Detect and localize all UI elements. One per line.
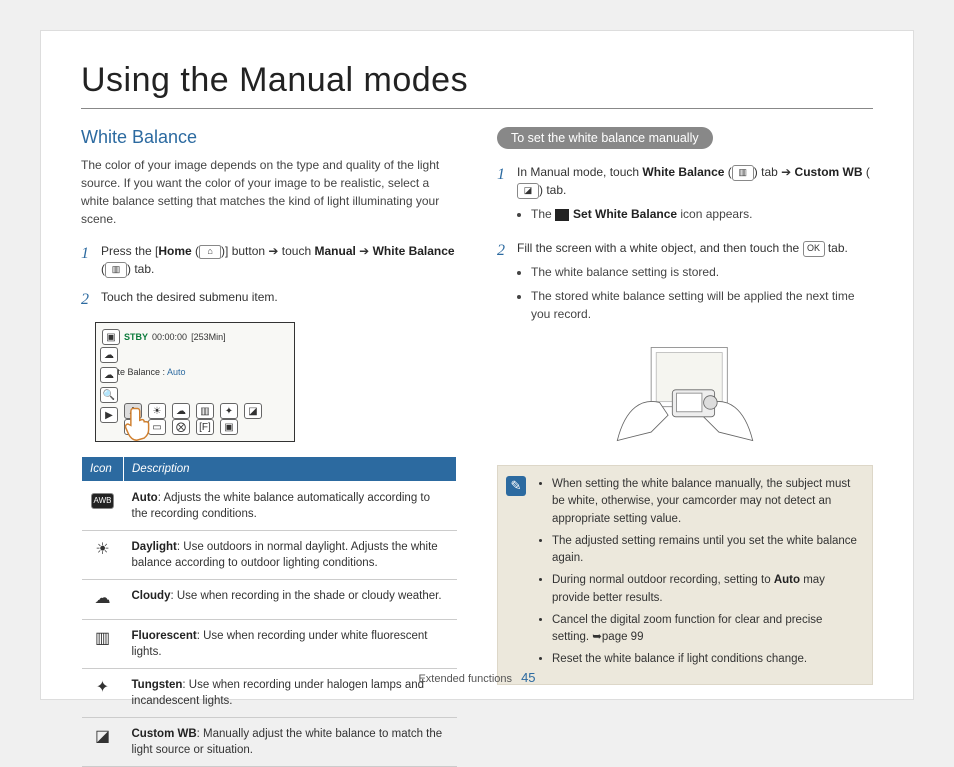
t: Press the [ (101, 244, 158, 258)
table-row: ☀Daylight: Use outdoors in normal daylig… (82, 531, 457, 580)
row-desc: Fluorescent: Use when recording under wh… (124, 619, 457, 668)
t: ( (192, 244, 199, 258)
wb-value: Auto (167, 367, 186, 377)
zoom-icon: 🔍 (100, 387, 118, 403)
side-icon: ☁ (100, 347, 118, 363)
manual-label: Manual (315, 244, 356, 258)
table-row: ◪Custom WB: Manually adjust the white ba… (82, 718, 457, 767)
step-number: 2 (81, 288, 95, 312)
custom-wb-icon: ◪ (517, 183, 539, 199)
pointing-hand-icon (124, 407, 154, 441)
t: ( (724, 165, 731, 179)
white-balance-heading: White Balance (81, 127, 457, 148)
row-icon: ☀ (82, 531, 124, 580)
right-step-2: 2 Fill the screen with a white object, a… (497, 239, 873, 329)
note-item: When setting the white balance manually,… (552, 476, 860, 528)
note-icon: ✎ (506, 476, 526, 496)
note-item: During normal outdoor recording, setting… (552, 572, 860, 607)
row-desc: Cloudy: Use when recording in the shade … (124, 580, 457, 619)
left-step-1: 1 Press the [Home (⌂)] button ➔ touch Ma… (81, 242, 457, 278)
step-body: Press the [Home (⌂)] button ➔ touch Manu… (101, 242, 457, 278)
page-number: 45 (521, 670, 535, 685)
side-icon: ☁ (100, 367, 118, 383)
table-row: ▥Fluorescent: Use when recording under w… (82, 619, 457, 668)
swb-label: Set White Balance (573, 207, 677, 221)
th-icon: Icon (82, 457, 124, 482)
row-icon: ◪ (82, 718, 124, 767)
t: ➔ (356, 244, 373, 258)
tungsten-icon: ✦ (220, 403, 238, 419)
subsection-pill: To set the white balance manually (497, 127, 713, 149)
home-icon: ⌂ (199, 245, 221, 259)
step-number: 1 (81, 242, 95, 278)
table-row: ☁Cloudy: Use when recording in the shade… (82, 580, 457, 619)
wb-label: White Balance (373, 244, 455, 258)
home-label: Home (158, 244, 191, 258)
t: )] button ➔ touch (221, 244, 314, 258)
note-item: Cancel the digital zoom function for cle… (552, 612, 860, 647)
bullet: The stored white balance setting will be… (531, 287, 873, 323)
mode-icon: ▣ (102, 329, 120, 345)
opt-icon: ⨂ (172, 419, 190, 435)
custom-wb-label: Custom WB (795, 165, 863, 179)
row-desc: Custom WB: Manually adjust the white bal… (124, 718, 457, 767)
t: tab. (825, 241, 848, 255)
wb-icon: ▥ (105, 262, 127, 278)
t: ( (863, 165, 870, 179)
footer-section: Extended functions (418, 673, 512, 685)
t: ) tab. (539, 183, 566, 197)
opt-icon: [F] (196, 419, 214, 435)
t: ) tab. (127, 262, 154, 276)
time-label: 00:00:00 (152, 332, 187, 342)
step-number: 1 (497, 163, 511, 229)
t: The (531, 207, 555, 221)
note-item: The adjusted setting remains until you s… (552, 533, 860, 568)
bullet: The white balance setting is stored. (531, 263, 873, 281)
set-wb-icon (555, 209, 569, 221)
wb-label: White Balance (642, 165, 724, 179)
opt-icon: ▣ (220, 419, 238, 435)
play-icon: ▶ (100, 407, 118, 423)
hands-camera-illustration (590, 339, 780, 449)
step-number: 2 (497, 239, 511, 329)
row-icon: AWB (82, 482, 124, 531)
left-step-2: 2 Touch the desired submenu item. (81, 288, 457, 312)
stby-label: STBY (124, 332, 148, 342)
t: ) tab ➔ (754, 165, 795, 179)
page-title: Using the Manual modes (81, 61, 873, 109)
table-row: AWBAuto: Adjusts the white balance autom… (82, 482, 457, 531)
row-desc: Auto: Adjusts the white balance automati… (124, 482, 457, 531)
step-body: In Manual mode, touch White Balance (▥) … (517, 163, 873, 229)
row-desc: Daylight: Use outdoors in normal dayligh… (124, 531, 457, 580)
custom-icon: ◪ (244, 403, 262, 419)
remain-label: [253Min] (191, 332, 226, 342)
t: Fill the screen with a white object, and… (517, 241, 803, 255)
note-item: Reset the white balance if light conditi… (552, 651, 860, 668)
manual-page: Using the Manual modes White Balance The… (40, 30, 914, 700)
step-body: Touch the desired submenu item. (101, 288, 457, 312)
right-step-1: 1 In Manual mode, touch White Balance (▥… (497, 163, 873, 229)
cloud-icon: ☁ (172, 403, 190, 419)
wb-icon: ▥ (732, 165, 754, 181)
ok-icon: OK (803, 241, 825, 257)
t: In Manual mode, touch (517, 165, 642, 179)
page-footer: Extended functions 45 (41, 670, 913, 685)
fluor-icon: ▥ (196, 403, 214, 419)
notes-box: ✎ When setting the white balance manuall… (497, 465, 873, 685)
intro-text: The color of your image depends on the t… (81, 156, 457, 228)
row-icon: ▥ (82, 619, 124, 668)
th-desc: Description (124, 457, 457, 482)
camcorder-screen: ▣ STBY 00:00:00 [253Min] ☁ ☁ 🔍 ▶ White B… (95, 322, 295, 442)
row-icon: ☁ (82, 580, 124, 619)
t: icon appears. (677, 207, 752, 221)
step-body: Fill the screen with a white object, and… (517, 239, 873, 329)
bullet: The Set White Balance icon appears. (531, 205, 873, 223)
white-balance-table: Icon Description AWBAuto: Adjusts the wh… (81, 456, 457, 767)
